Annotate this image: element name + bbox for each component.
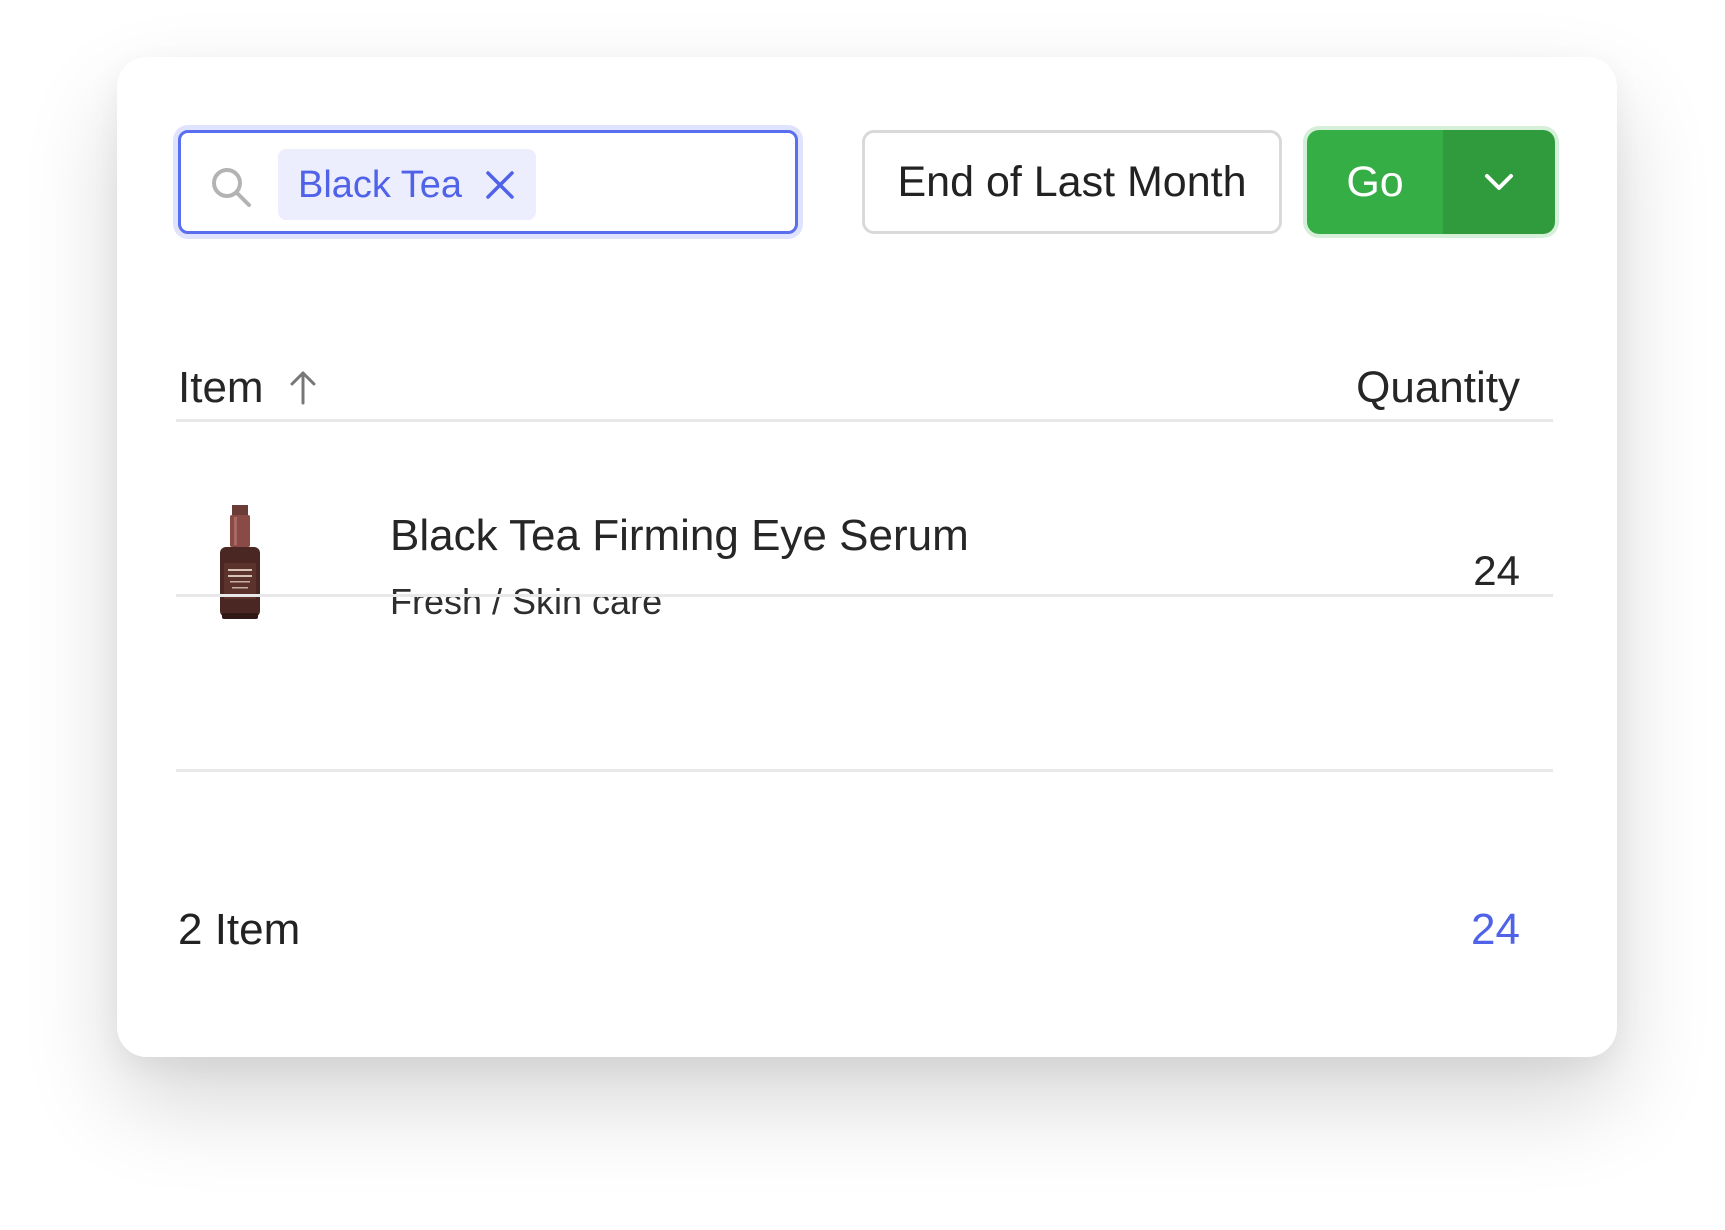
search-filter-chip: Black Tea (278, 149, 537, 220)
column-header-item-label: Item (178, 363, 264, 412)
product-name[interactable]: Black Tea Firming Eye Serum (390, 511, 969, 561)
inventory-card: Black Tea End of Last Month Go Item Quan… (117, 57, 1617, 1057)
column-header-quantity[interactable]: Quantity (1356, 363, 1520, 413)
search-filter-chip-label: Black Tea (298, 163, 463, 206)
row-divider (176, 594, 1553, 597)
footer-item-count: 2 Item (178, 905, 301, 954)
chevron-down-icon (1485, 174, 1513, 190)
column-header-item[interactable]: Item (178, 363, 318, 413)
header-divider (176, 419, 1553, 422)
go-button[interactable]: Go (1307, 130, 1443, 234)
footer-total-quantity: 24 (1471, 905, 1520, 954)
search-input[interactable]: Black Tea (178, 130, 798, 234)
close-icon[interactable] (484, 169, 516, 201)
go-split-button: Go (1307, 130, 1555, 234)
row-quantity: 24 (1473, 547, 1520, 594)
product-category: Fresh / Skin care (390, 581, 663, 622)
date-filter-button[interactable]: End of Last Month (862, 130, 1282, 234)
footer-divider (176, 769, 1553, 772)
product-image (220, 505, 260, 619)
sort-ascending-icon[interactable] (288, 369, 318, 407)
go-dropdown-toggle[interactable] (1443, 130, 1555, 234)
search-icon (212, 168, 251, 207)
